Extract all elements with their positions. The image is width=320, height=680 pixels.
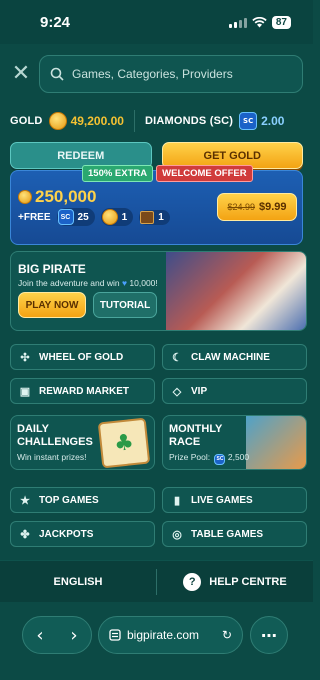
play-now-button[interactable]: PLAY NOW — [18, 292, 86, 318]
old-price: $24.99 — [227, 202, 255, 212]
extra-tag: 150% EXTRA — [82, 165, 154, 182]
chest-icon — [140, 210, 155, 224]
game-category-tiles: ★ TOP GAMES ▮ LIVE GAMES ✤ JACKPOTS ◎ TABLE … — [10, 487, 307, 547]
search-row: ✕ Games, Categories, Providers — [0, 44, 313, 96]
reader-icon — [109, 629, 121, 641]
url-bar[interactable]: bigpirate.com ↻ — [98, 616, 243, 654]
top-games-tile[interactable]: ★ TOP GAMES — [10, 487, 155, 513]
star-icon: ★ — [20, 494, 30, 507]
gold-label: GOLD — [10, 115, 43, 127]
footer-bar: ENGLISH ? HELP CENTRE — [0, 560, 313, 602]
divider — [133, 110, 135, 132]
back-icon[interactable]: ‹ — [36, 625, 43, 646]
offer-amount-value: 250,000 — [35, 187, 97, 206]
clover-scroll-icon: ♣ — [97, 417, 151, 469]
tile-label: WHEEL OF GOLD — [39, 351, 124, 363]
clover-icon: ✤ — [20, 528, 30, 541]
forward-icon[interactable]: › — [70, 625, 77, 646]
coin-icon — [101, 209, 118, 225]
offer-bonuses: +FREE SC 25 1 1 — [18, 208, 170, 226]
claw-icon: ☾ — [172, 351, 182, 364]
banner-title: BIG PIRATE — [18, 262, 86, 276]
language-selector[interactable]: ENGLISH — [0, 576, 156, 588]
banner-prize: 10,000! — [129, 278, 158, 288]
search-placeholder: Games, Categories, Providers — [72, 67, 233, 81]
monthly-race-card[interactable]: MONTHLY RACE Prize Pool: SC 2,500 — [162, 415, 307, 470]
monthly-race-subtitle: Prize Pool: SC 2,500 — [169, 452, 249, 465]
feature-tiles: ✣ WHEEL OF GOLD ☾ CLAW MACHINE ▣ REWARD MAR… — [10, 344, 307, 404]
table-games-tile[interactable]: ◎ TABLE GAMES — [162, 521, 307, 547]
wheel-of-gold-tile[interactable]: ✣ WHEEL OF GOLD — [10, 344, 155, 370]
search-input[interactable]: Games, Categories, Providers — [39, 55, 303, 93]
tile-label: TABLE GAMES — [191, 528, 264, 540]
prize-pool-label: Prize Pool: — [169, 452, 211, 462]
tutorial-button[interactable]: TUTORIAL — [93, 292, 157, 318]
race-artwork — [246, 416, 306, 469]
offer-tags: 150% EXTRA WELCOME OFFER — [82, 165, 253, 182]
wheel-icon: ✣ — [20, 351, 30, 364]
daily-challenges-card[interactable]: DAILY CHALLENGES Win instant prizes! ♣ — [10, 415, 155, 470]
daily-challenges-title: DAILY CHALLENGES — [17, 423, 93, 448]
system-icons: 87 — [228, 15, 291, 29]
chest-bonus-value: 1 — [158, 211, 164, 223]
wifi-icon — [252, 16, 267, 27]
reward-market-tile[interactable]: ▣ REWARD MARKET — [10, 378, 155, 404]
tile-label: JACKPOTS — [39, 528, 94, 540]
banner-subtitle: Join the adventure and win ♥ 10,000! — [18, 278, 158, 288]
more-options-icon[interactable]: ⋯ — [250, 616, 288, 654]
buy-offer-button[interactable]: $24.99 $9.99 — [217, 193, 297, 221]
gold-coins-icon — [18, 190, 32, 204]
sc-heart-icon: ♥ — [121, 278, 128, 288]
cards-icon: ▮ — [173, 494, 181, 507]
monthly-race-title: MONTHLY RACE — [169, 423, 223, 448]
signal-icon — [228, 17, 247, 28]
reload-icon[interactable]: ↻ — [222, 628, 232, 642]
live-games-tile[interactable]: ▮ LIVE GAMES — [162, 487, 307, 513]
diamonds-balance: 2.00 — [261, 114, 285, 128]
claw-machine-tile[interactable]: ☾ CLAW MACHINE — [162, 344, 307, 370]
search-icon — [50, 67, 64, 81]
free-label: +FREE — [18, 211, 51, 223]
help-icon: ? — [183, 572, 202, 591]
browser-toolbar: ‹ › bigpirate.com ↻ ⋯ — [0, 602, 313, 680]
chest-bonus: 1 — [139, 209, 170, 225]
gold-coin-icon — [48, 112, 67, 130]
status-bar: 9:24 87 — [0, 0, 313, 44]
new-price: $9.99 — [259, 201, 287, 213]
tile-label: VIP — [191, 385, 208, 397]
battery-indicator: 87 — [271, 15, 291, 29]
tile-label: LIVE GAMES — [191, 494, 253, 506]
browser-nav: ‹ › — [22, 616, 92, 654]
pirate-artwork — [166, 252, 306, 330]
gold-balance: 49,200.00 — [70, 114, 124, 128]
sc-icon: SC — [214, 453, 226, 465]
sc-icon: SC — [239, 112, 258, 130]
coin-bonus-value: 1 — [121, 211, 128, 223]
help-centre-label: HELP CENTRE — [209, 575, 287, 588]
tile-label: TOP GAMES — [39, 494, 99, 506]
big-pirate-banner[interactable]: BIG PIRATE Join the adventure and win ♥ … — [10, 251, 307, 331]
offer-amount: 250,000 — [18, 187, 96, 207]
close-icon[interactable]: ✕ — [10, 63, 32, 85]
sc-bonus-value: 25 — [77, 211, 89, 223]
clock: 9:24 — [40, 13, 71, 31]
bag-icon: ▣ — [19, 385, 31, 398]
sc-bonus: SC 25 — [56, 208, 95, 226]
tile-label: REWARD MARKET — [39, 385, 129, 397]
coin-bonus: 1 — [100, 208, 134, 226]
help-centre-link[interactable]: ? HELP CENTRE — [157, 572, 313, 591]
sc-icon: SC — [57, 209, 74, 225]
url-text: bigpirate.com — [127, 628, 200, 642]
daily-challenges-subtitle: Win instant prizes! — [17, 452, 87, 462]
diamond-icon: ◇ — [172, 385, 182, 398]
banner-subtitle-text: Join the adventure and win — [18, 278, 120, 288]
prize-pool-value: 2,500 — [227, 452, 250, 462]
welcome-tag: WELCOME OFFER — [156, 165, 253, 182]
tile-label: CLAW MACHINE — [191, 351, 270, 363]
currency-bar: GOLD 49,200.00 DIAMONDS (SC) SC 2.00 — [0, 104, 313, 138]
jackpots-tile[interactable]: ✤ JACKPOTS — [10, 521, 155, 547]
chip-icon: ◎ — [172, 528, 182, 541]
diamonds-label: DIAMONDS (SC) — [144, 115, 234, 127]
vip-tile[interactable]: ◇ VIP — [162, 378, 307, 404]
